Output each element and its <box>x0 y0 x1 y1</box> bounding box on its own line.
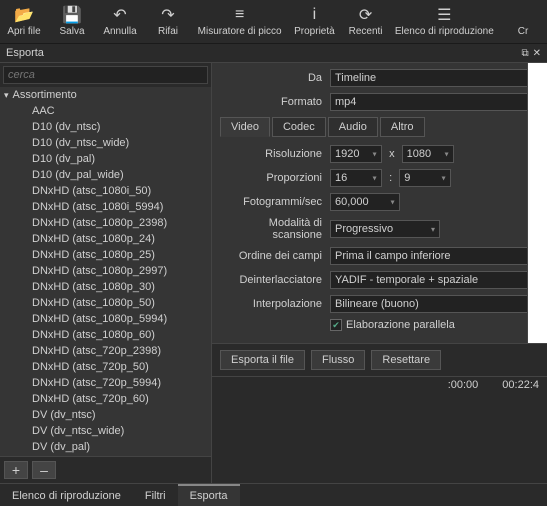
tab-video[interactable]: Video <box>220 117 270 137</box>
aspect-sep: : <box>389 172 392 184</box>
timeline-cut-button[interactable]: Cr <box>499 2 547 41</box>
format-select[interactable]: mp4 <box>330 93 539 111</box>
undo-button[interactable]: ↶Annulla <box>96 2 144 41</box>
check-icon: ✔ <box>330 319 342 331</box>
time-1: :00:00 <box>448 379 479 391</box>
tree-item[interactable]: DNxHD (atsc_1080p_2997) <box>0 263 211 279</box>
tree-item[interactable]: AAC <box>0 103 211 119</box>
playlist-button[interactable]: ☰Elenco di riproduzione <box>390 2 499 41</box>
preview-pane <box>527 63 547 343</box>
resolution-sep: x <box>389 148 395 160</box>
deinterlacer-select[interactable]: YADIF - temporale + spaziale <box>330 271 539 289</box>
tree-item[interactable]: DNxHD (atsc_1080p_5994) <box>0 311 211 327</box>
main-toolbar: 📂Apri file💾Salva↶Annulla↷Rifai≡Misurator… <box>0 0 547 44</box>
tree-item[interactable]: D10 (dv_ntsc_wide) <box>0 135 211 151</box>
search-input[interactable] <box>3 66 208 84</box>
interpolation-select[interactable]: Bilineare (buono) <box>330 295 539 313</box>
tree-item[interactable]: DV (dv_ntsc_wide) <box>0 423 211 439</box>
peak-meter-icon: ≡ <box>235 6 244 24</box>
tab-audio[interactable]: Audio <box>328 117 378 137</box>
playlist-icon: ☰ <box>437 6 451 24</box>
open-file-icon: 📂 <box>14 6 34 24</box>
tab-codec[interactable]: Codec <box>272 117 326 137</box>
aspect-height-input[interactable]: 9 <box>399 169 451 187</box>
interpolation-label: Interpolazione <box>220 298 330 310</box>
tree-group-assortimento[interactable]: Assortimento <box>0 87 211 103</box>
save-button[interactable]: 💾Salva <box>48 2 96 41</box>
tree-item[interactable]: DNxHD (atsc_1080p_60) <box>0 327 211 343</box>
tab-altro[interactable]: Altro <box>380 117 425 137</box>
scan-select[interactable]: Progressivo <box>330 220 440 238</box>
tree-item[interactable]: DNxHD (atsc_1080i_5994) <box>0 199 211 215</box>
tree-item[interactable]: DV (dv_ntsc) <box>0 407 211 423</box>
bottom-tab-export[interactable]: Esporta <box>178 484 240 506</box>
aspect-label: Proporzioni <box>220 172 330 184</box>
bottom-tab-playlist[interactable]: Elenco di riproduzione <box>0 484 133 506</box>
export-file-button[interactable]: Esporta il file <box>220 350 305 370</box>
stream-button[interactable]: Flusso <box>311 350 365 370</box>
tree-item[interactable]: D10 (dv_pal_wide) <box>0 167 211 183</box>
panel-title: Esporta <box>6 47 44 59</box>
properties-button[interactable]: iProprietà <box>287 2 341 41</box>
format-label: Formato <box>220 96 330 108</box>
preset-tree: Assortimento AACD10 (dv_ntsc)D10 (dv_nts… <box>0 87 211 456</box>
peak-meter-button[interactable]: ≡Misuratore di picco <box>192 2 287 41</box>
properties-icon: i <box>313 6 317 24</box>
redo-button[interactable]: ↷Rifai <box>144 2 192 41</box>
tree-item[interactable]: DNxHD (atsc_720p_5994) <box>0 375 211 391</box>
tree-item[interactable]: DNxHD (atsc_720p_60) <box>0 391 211 407</box>
add-preset-button[interactable]: + <box>4 461 28 479</box>
redo-icon: ↷ <box>161 6 174 24</box>
field-order-select[interactable]: Prima il campo inferiore <box>330 247 539 265</box>
recent-button[interactable]: ⟳Recenti <box>342 2 390 41</box>
tree-item[interactable]: DNxHD (atsc_1080i_50) <box>0 183 211 199</box>
bottom-tab-filters[interactable]: Filtri <box>133 484 178 506</box>
tree-item[interactable]: DNxHD (atsc_1080p_24) <box>0 231 211 247</box>
tree-item[interactable]: DNxHD (atsc_720p_2398) <box>0 343 211 359</box>
tree-item[interactable]: D10 (dv_pal) <box>0 151 211 167</box>
parallel-label: Elaborazione parallela <box>346 319 455 331</box>
recent-icon: ⟳ <box>359 6 372 24</box>
reset-button[interactable]: Resettare <box>371 350 441 370</box>
parallel-checkbox[interactable]: ✔ Elaborazione parallela <box>330 319 539 331</box>
tree-item[interactable]: DNxHD (atsc_1080p_30) <box>0 279 211 295</box>
tree-item[interactable]: DNxHD (atsc_720p_50) <box>0 359 211 375</box>
from-label: Da <box>220 72 330 84</box>
tree-item[interactable]: DNxHD (atsc_1080p_25) <box>0 247 211 263</box>
tree-item[interactable]: DNxHD (atsc_1080p_2398) <box>0 215 211 231</box>
scan-label: Modalità di scansione <box>220 217 330 241</box>
resolution-width-input[interactable]: 1920 <box>330 145 382 163</box>
fps-label: Fotogrammi/sec <box>220 196 330 208</box>
panel-close-icon[interactable]: ✕ <box>533 48 541 59</box>
tree-item[interactable]: DNxHD (atsc_1080p_50) <box>0 295 211 311</box>
from-select[interactable]: Timeline <box>330 69 539 87</box>
export-panel-header: Esporta ⧉ ✕ <box>0 44 547 63</box>
resolution-label: Risoluzione <box>220 148 330 160</box>
remove-preset-button[interactable]: – <box>32 461 56 479</box>
deinterlacer-label: Deinterlacciatore <box>220 274 330 286</box>
fps-input[interactable]: 60,000 <box>330 193 400 211</box>
resolution-height-input[interactable]: 1080 <box>402 145 454 163</box>
field-order-label: Ordine dei campi <box>220 250 330 262</box>
undo-icon: ↶ <box>113 6 126 24</box>
open-file-button[interactable]: 📂Apri file <box>0 2 48 41</box>
panel-undock-icon[interactable]: ⧉ <box>521 48 528 59</box>
save-icon: 💾 <box>62 6 82 24</box>
tree-item[interactable]: DV (dv_pal) <box>0 439 211 455</box>
aspect-width-input[interactable]: 16 <box>330 169 382 187</box>
time-2: 00:22:4 <box>502 379 539 391</box>
tree-item[interactable]: D10 (dv_ntsc) <box>0 119 211 135</box>
